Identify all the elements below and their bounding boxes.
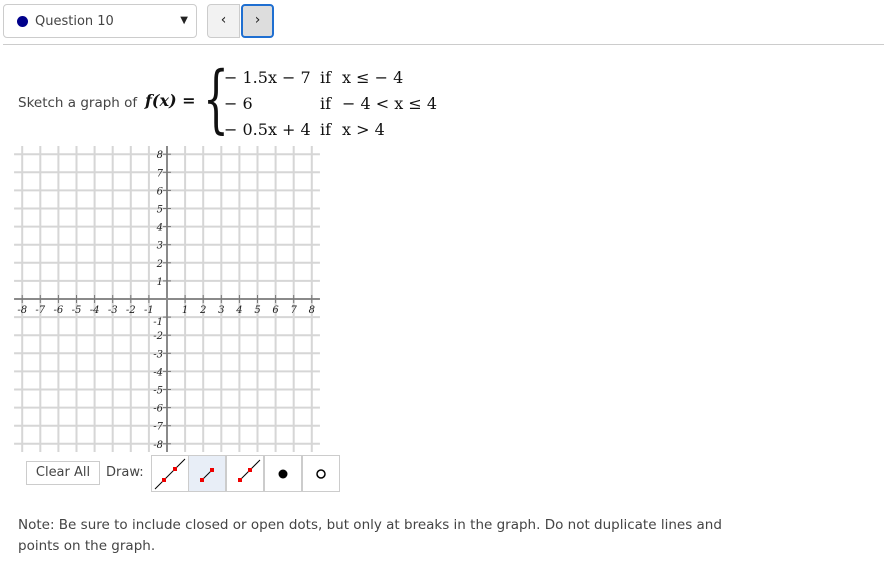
- y-tick-label: 3: [157, 241, 163, 252]
- y-tick-label: 4: [156, 223, 163, 234]
- x-tick-label: 7: [291, 305, 298, 316]
- y-tick-label: -1: [153, 317, 163, 328]
- x-tick-label: -5: [72, 305, 82, 316]
- instruction-note: Note: Be sure to include closed or open …: [18, 517, 722, 554]
- closed-dot-icon: [278, 469, 288, 479]
- graph-canvas[interactable]: -8 -7 -6 -5 -4 -3 -2 -1 1 2 3 4 5 6 7 887654321-1-2-3-4…: [0, 0, 884, 575]
- y-tick-label: -2: [153, 331, 163, 342]
- draw-label: Draw:: [106, 465, 144, 480]
- x-tick-label: 2: [199, 305, 206, 316]
- y-tick-label: 7: [157, 168, 164, 179]
- x-tick-label: -8: [17, 305, 27, 316]
- x-tick-label: -1: [144, 305, 154, 316]
- x-tick-label: 4: [235, 305, 242, 316]
- segment-tool-button[interactable]: [188, 455, 226, 492]
- line-icon: [154, 458, 186, 490]
- y-tick-label: -4: [153, 367, 163, 378]
- y-tick-label: -6: [153, 404, 163, 415]
- x-tick-label: 1: [182, 305, 188, 316]
- ray-icon: [238, 459, 261, 482]
- x-tick-label: -3: [108, 305, 118, 316]
- y-tick-label: -5: [153, 386, 163, 397]
- x-tick-label: -2: [126, 305, 136, 316]
- clear-all-button[interactable]: Clear All: [26, 461, 100, 485]
- open-dot-tool-button[interactable]: [302, 455, 340, 492]
- x-tick-label: -4: [90, 305, 100, 316]
- x-tick-label: -6: [54, 305, 64, 316]
- x-tick-label: 5: [254, 305, 260, 316]
- x-tick-label: -7: [35, 305, 45, 316]
- y-tick-label: 2: [156, 259, 163, 270]
- y-tick-label: -3: [153, 349, 163, 360]
- ray-tool-button[interactable]: [226, 455, 264, 492]
- closed-dot-tool-button[interactable]: [264, 455, 302, 492]
- y-tick-label: -7: [153, 422, 163, 433]
- y-tick-label: 5: [157, 205, 163, 216]
- x-tick-label: 6: [272, 305, 279, 316]
- line-tool-button[interactable]: [151, 455, 189, 492]
- y-tick-label: 1: [157, 277, 163, 288]
- x-tick-label: 8: [309, 305, 315, 316]
- y-tick-label: 8: [157, 150, 163, 161]
- y-tick-label: 6: [157, 186, 164, 197]
- open-dot-icon: [316, 469, 326, 479]
- segment-icon: [200, 468, 214, 482]
- y-tick-label: -8: [153, 440, 163, 451]
- x-tick-label: 3: [218, 305, 224, 316]
